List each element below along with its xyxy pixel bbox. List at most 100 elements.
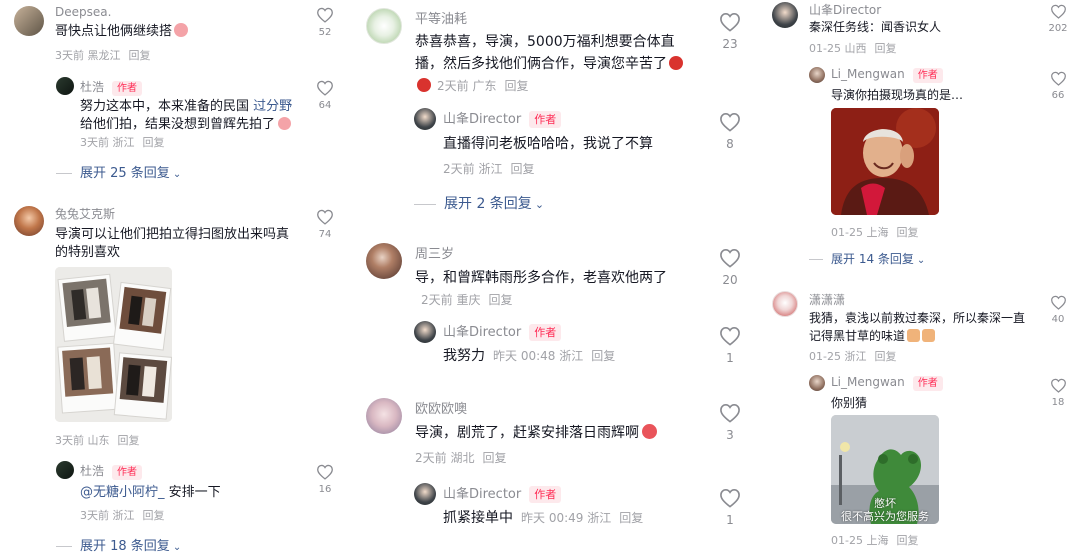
reply-button[interactable]: 回复 bbox=[143, 136, 165, 149]
chevron-down-icon: ⌄ bbox=[172, 169, 182, 180]
comment-author[interactable]: Deepsea. bbox=[55, 5, 111, 19]
heart-icon bbox=[720, 403, 740, 423]
avatar[interactable] bbox=[366, 398, 402, 434]
reply-button[interactable]: 回复 bbox=[129, 49, 151, 62]
reply-author[interactable]: 杜浩 作者 bbox=[80, 462, 143, 480]
heart-icon bbox=[720, 248, 740, 268]
avatar[interactable] bbox=[414, 108, 436, 130]
heart-icon bbox=[317, 80, 333, 96]
expand-replies-button[interactable]: 展开 18 条回复 ⌄ bbox=[56, 535, 181, 554]
reply-button[interactable]: 回复 bbox=[874, 42, 896, 55]
expand-replies-button[interactable]: 展开 14 条回复 ⌄ bbox=[809, 250, 925, 267]
reply-text: @无糖小阿柠_ 安排一下 bbox=[80, 485, 221, 500]
author-tag: 作者 bbox=[112, 465, 143, 480]
reply-author[interactable]: 山夆Director 作者 bbox=[443, 108, 562, 128]
expand-replies-button[interactable]: 展开 2 条回复 ⌄ bbox=[414, 193, 544, 213]
comment-author[interactable]: 山夆Director bbox=[809, 1, 881, 18]
heart-icon bbox=[720, 12, 740, 32]
reply-author[interactable]: 山夆Director 作者 bbox=[443, 483, 562, 503]
avatar[interactable] bbox=[772, 2, 798, 28]
reply-button[interactable]: 回复 bbox=[504, 79, 528, 93]
reply-author[interactable]: Li_Mengwan 作者 bbox=[831, 375, 943, 391]
chevron-down-icon: ⌄ bbox=[172, 542, 182, 553]
avatar[interactable] bbox=[414, 321, 436, 343]
avatar[interactable] bbox=[366, 243, 402, 279]
like-button[interactable]: 23 bbox=[714, 12, 746, 51]
like-button[interactable]: 64 bbox=[310, 80, 340, 111]
heart-icon bbox=[317, 464, 333, 480]
comment-author[interactable]: 欧欧欧噢 bbox=[415, 398, 467, 417]
avatar[interactable] bbox=[809, 67, 825, 83]
avatar[interactable] bbox=[809, 375, 825, 391]
reply-button[interactable]: 回复 bbox=[591, 349, 615, 363]
author-tag: 作者 bbox=[912, 376, 943, 391]
like-button[interactable]: 1 bbox=[714, 326, 746, 365]
emoji-icon bbox=[278, 117, 292, 130]
like-button[interactable]: 52 bbox=[310, 7, 340, 38]
reply-button[interactable]: 回复 bbox=[896, 226, 918, 239]
comment-author[interactable]: 平等油耗 bbox=[415, 8, 467, 27]
emoji-icon bbox=[174, 23, 189, 37]
like-button[interactable]: 18 bbox=[1043, 378, 1073, 408]
like-button[interactable]: 40 bbox=[1043, 295, 1073, 325]
reply-button[interactable]: 回复 bbox=[482, 451, 506, 465]
comment-image[interactable] bbox=[55, 267, 172, 422]
like-count: 23 bbox=[722, 37, 738, 51]
like-button[interactable]: 202 bbox=[1043, 4, 1073, 34]
reply-text: 直播得问老板哈哈哈，我说了不算 bbox=[443, 136, 653, 152]
avatar[interactable] bbox=[56, 461, 74, 479]
heart-icon bbox=[317, 7, 333, 23]
reply-author[interactable]: 杜浩 作者 bbox=[80, 78, 143, 96]
reply-text: 你别猜 bbox=[831, 396, 868, 410]
reply-button[interactable]: 回复 bbox=[510, 162, 534, 176]
like-button[interactable]: 74 bbox=[310, 209, 340, 240]
reply-button[interactable]: 回复 bbox=[896, 534, 918, 547]
reply-text: 我努力 昨天 00:48 浙江 回复 bbox=[443, 348, 616, 364]
like-button[interactable]: 3 bbox=[714, 403, 746, 442]
author-tag: 作者 bbox=[529, 486, 562, 503]
like-button[interactable]: 1 bbox=[714, 488, 746, 527]
emoji-icon bbox=[907, 329, 921, 342]
avatar[interactable] bbox=[56, 77, 74, 95]
like-button[interactable]: 16 bbox=[310, 464, 340, 495]
comment-author[interactable]: 周三岁 bbox=[415, 243, 454, 262]
reply-author[interactable]: Li_Mengwan 作者 bbox=[831, 67, 943, 83]
search-highlight-link[interactable]: 过分野 bbox=[253, 99, 292, 114]
comment-text: 导演可以让他们把拍立得扫图放出来吗真的特别喜欢 bbox=[55, 227, 290, 260]
expand-replies-button[interactable]: 展开 25 条回复 ⌄ bbox=[56, 162, 181, 181]
comment-text: 哥快点让他俩继续搭 bbox=[55, 23, 305, 41]
reply-image[interactable]: 憋坏 很不高兴为您服务 bbox=[831, 415, 939, 524]
emoji-icon bbox=[642, 424, 657, 439]
mention-link[interactable]: @无糖小阿柠_ bbox=[80, 485, 165, 500]
reply-author[interactable]: 山夆Director 作者 bbox=[443, 321, 562, 341]
reply-button[interactable]: 回复 bbox=[874, 350, 896, 363]
comment-author[interactable]: 潇潇潇 bbox=[809, 291, 845, 308]
heart-icon bbox=[1050, 378, 1066, 393]
like-count: 40 bbox=[1051, 314, 1065, 325]
comment-meta: 2天前 重庆 回复 bbox=[421, 293, 513, 307]
reply-meta: 01-25 上海 回复 bbox=[831, 226, 919, 239]
like-button[interactable]: 66 bbox=[1043, 71, 1073, 101]
emoji-icon bbox=[922, 329, 936, 342]
comment-text: 秦深任务线：闻香识女人 bbox=[809, 20, 942, 34]
heart-icon bbox=[720, 488, 740, 508]
reply-button[interactable]: 回复 bbox=[488, 293, 512, 307]
avatar[interactable] bbox=[14, 206, 44, 236]
avatar[interactable] bbox=[414, 483, 436, 505]
avatar[interactable] bbox=[772, 291, 798, 317]
like-count: 3 bbox=[726, 428, 734, 442]
like-button[interactable]: 20 bbox=[714, 248, 746, 287]
author-tag: 作者 bbox=[529, 111, 562, 128]
reply-button[interactable]: 回复 bbox=[619, 511, 643, 525]
avatar[interactable] bbox=[14, 6, 44, 36]
reply-button[interactable]: 回复 bbox=[118, 434, 140, 447]
comment-meta: 01-25 山西 回复 bbox=[809, 42, 897, 55]
reply-image[interactable] bbox=[831, 108, 939, 215]
comment-author[interactable]: 兔兔艾克斯 bbox=[55, 205, 115, 222]
reply-button[interactable]: 回复 bbox=[143, 509, 165, 522]
like-count: 8 bbox=[726, 137, 734, 151]
reply-meta: 昨天 00:48 浙江 回复 bbox=[493, 349, 616, 363]
avatar[interactable] bbox=[366, 8, 402, 44]
comment-column-middle: 平等油耗 恭喜恭喜，导演，5000万福利想要合体直播，然后多找他们俩合作，导演您… bbox=[356, 0, 756, 555]
like-button[interactable]: 8 bbox=[714, 112, 746, 151]
